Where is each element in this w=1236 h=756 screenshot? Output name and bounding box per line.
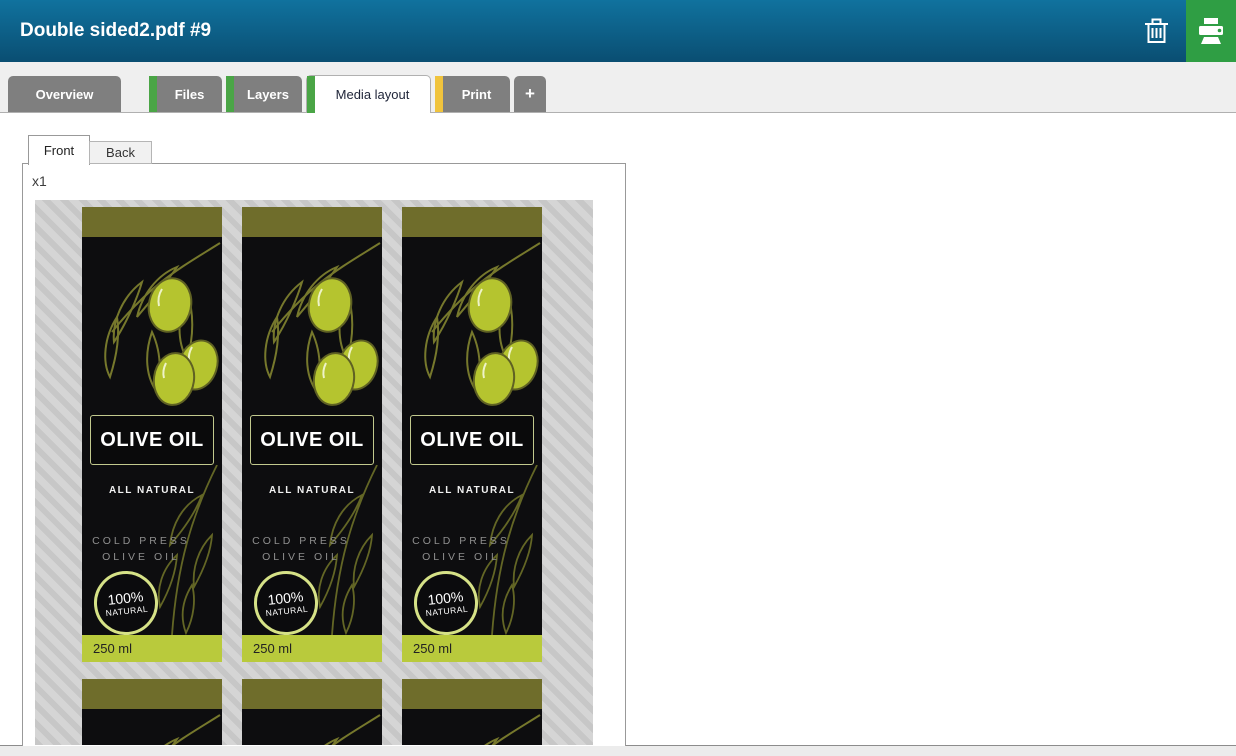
status-stripe-green <box>149 76 157 112</box>
label-desc-line1: COLD PRESS <box>402 535 520 547</box>
tab-print[interactable]: Print <box>435 76 510 112</box>
label-title-frame: OLIVE OIL <box>410 415 534 465</box>
tab-media-layout[interactable]: Media layout <box>306 75 431 113</box>
delete-job-button[interactable] <box>1132 0 1180 62</box>
tab-overview[interactable]: Overview <box>8 76 121 112</box>
label-desc-line1: COLD PRESS <box>82 535 200 547</box>
print-label-preview: OLIVE OIL ALL NATURAL COLD PRESS OLIVE O… <box>242 679 382 745</box>
zoom-indicator: x1 <box>32 173 47 189</box>
label-volume: 250 ml <box>242 635 382 662</box>
label-desc-line2: OLIVE OIL <box>402 551 520 563</box>
label-desc-line2: OLIVE OIL <box>242 551 360 563</box>
olive-branch-illustration <box>402 237 542 417</box>
label-tagline: ALL NATURAL <box>402 485 542 496</box>
label-top-stripe <box>242 679 382 709</box>
label-body: OLIVE OIL ALL NATURAL COLD PRESS OLIVE O… <box>242 709 382 745</box>
label-top-stripe <box>402 679 542 709</box>
tab-label: Overview <box>36 87 94 102</box>
label-volume: 250 ml <box>82 635 222 662</box>
tab-back[interactable]: Back <box>89 141 152 164</box>
print-label-preview: OLIVE OIL ALL NATURAL COLD PRESS OLIVE O… <box>242 207 382 662</box>
label-grid: OLIVE OIL ALL NATURAL COLD PRESS OLIVE O… <box>82 207 562 745</box>
label-body: OLIVE OIL ALL NATURAL COLD PRESS OLIVE O… <box>82 709 222 745</box>
olive-branch-illustration <box>82 709 222 745</box>
title-bar: Double sided2.pdf #9 <box>0 0 1236 62</box>
olive-branch-illustration <box>242 237 382 417</box>
label-tagline: ALL NATURAL <box>242 485 382 496</box>
label-body: OLIVE OIL ALL NATURAL COLD PRESS OLIVE O… <box>402 709 542 745</box>
status-stripe-yellow <box>435 76 443 112</box>
add-tab-button[interactable]: + <box>514 76 546 112</box>
label-desc-line2: OLIVE OIL <box>82 551 200 563</box>
tab-label: Media layout <box>336 87 410 102</box>
label-title-frame: OLIVE OIL <box>90 415 214 465</box>
print-button[interactable] <box>1186 0 1236 62</box>
print-label-preview: OLIVE OIL ALL NATURAL COLD PRESS OLIVE O… <box>82 207 222 662</box>
tab-label: Layers <box>247 87 289 102</box>
trash-icon <box>1143 16 1170 46</box>
plus-icon: + <box>525 84 535 104</box>
tab-label: Files <box>175 87 205 102</box>
olive-branch-illustration <box>242 709 382 745</box>
label-desc-line1: COLD PRESS <box>242 535 360 547</box>
tab-bar: Overview Files Layers Media layout Print… <box>0 62 1236 112</box>
tab-label: Front <box>44 143 74 158</box>
document-title: Double sided2.pdf #9 <box>20 0 211 62</box>
printer-icon <box>1195 17 1227 45</box>
olive-branch-illustration <box>402 709 542 745</box>
tab-layers[interactable]: Layers <box>226 76 302 112</box>
label-volume: 250 ml <box>402 635 542 662</box>
label-body: OLIVE OIL ALL NATURAL COLD PRESS OLIVE O… <box>82 237 222 635</box>
status-stripe-green <box>307 76 315 113</box>
olive-branch-illustration <box>82 237 222 417</box>
label-title-frame: OLIVE OIL <box>250 415 374 465</box>
print-label-preview: OLIVE OIL ALL NATURAL COLD PRESS OLIVE O… <box>402 207 542 662</box>
label-top-stripe <box>82 679 222 709</box>
tab-label: Print <box>462 87 492 102</box>
tab-label: Back <box>106 145 135 160</box>
label-body: OLIVE OIL ALL NATURAL COLD PRESS OLIVE O… <box>242 237 382 635</box>
label-title: OLIVE OIL <box>420 429 523 452</box>
media-preview-canvas[interactable]: OLIVE OIL ALL NATURAL COLD PRESS OLIVE O… <box>35 200 593 745</box>
label-body: OLIVE OIL ALL NATURAL COLD PRESS OLIVE O… <box>402 237 542 635</box>
label-title: OLIVE OIL <box>100 429 203 452</box>
tab-front[interactable]: Front <box>28 135 90 165</box>
label-tagline: ALL NATURAL <box>82 485 222 496</box>
label-top-stripe <box>402 207 542 237</box>
label-top-stripe <box>82 207 222 237</box>
print-label-preview: OLIVE OIL ALL NATURAL COLD PRESS OLIVE O… <box>402 679 542 745</box>
tab-files[interactable]: Files <box>149 76 222 112</box>
print-label-preview: OLIVE OIL ALL NATURAL COLD PRESS OLIVE O… <box>82 679 222 745</box>
label-top-stripe <box>242 207 382 237</box>
preview-card: x1 <box>22 163 626 746</box>
status-stripe-green <box>226 76 234 112</box>
label-title: OLIVE OIL <box>260 429 363 452</box>
